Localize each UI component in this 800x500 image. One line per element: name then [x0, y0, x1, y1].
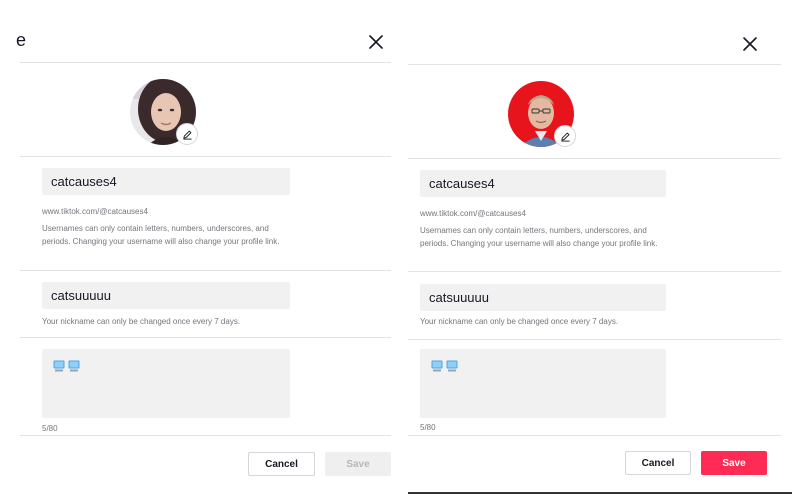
bio-character-counter: 5/80: [420, 423, 436, 432]
computer-icon: [446, 360, 458, 372]
cancel-button[interactable]: Cancel: [625, 451, 691, 475]
nickname-input[interactable]: catsuuuuu: [42, 282, 290, 309]
dialog-title: e: [16, 30, 27, 50]
avatar-container: [508, 81, 576, 147]
cancel-button[interactable]: Cancel: [248, 452, 315, 476]
nickname-input[interactable]: catsuuuuu: [420, 284, 666, 311]
username-hint: Usernames can only contain letters, numb…: [420, 226, 658, 248]
nickname-hint: Your nickname can only be changed once e…: [420, 317, 619, 326]
close-button[interactable]: [740, 34, 760, 54]
username-input[interactable]: catcauses4: [42, 168, 290, 195]
edit-avatar-button[interactable]: [176, 123, 198, 145]
avatar-container: [130, 79, 198, 145]
close-icon: [369, 35, 383, 49]
close-button[interactable]: [366, 32, 386, 52]
edit-avatar-button[interactable]: [554, 125, 576, 147]
save-button[interactable]: Save: [701, 451, 767, 475]
header-divider: [20, 62, 391, 63]
username-divider: [408, 271, 781, 272]
header-divider: [408, 64, 781, 65]
footer-divider: [408, 435, 781, 436]
avatar-divider: [408, 158, 781, 159]
pencil-icon: [560, 132, 570, 142]
username-divider: [20, 270, 391, 271]
profile-link-text: www.tiktok.com/@catcauses4: [420, 209, 526, 218]
avatar-divider: [20, 156, 391, 157]
edit-profile-dialog-right: catcauses4 www.tiktok.com/@catcauses4 Us…: [408, 0, 792, 494]
edit-profile-dialog-left: e catcauses4 www.tiktok.com/@catcauses4 …: [0, 0, 396, 500]
computer-icon: [53, 360, 65, 372]
comparison-screenshot: e catcauses4 www.tiktok.com/@catcauses4 …: [0, 0, 800, 500]
profile-link-text: www.tiktok.com/@catcauses4: [42, 207, 148, 216]
nickname-divider: [20, 337, 391, 338]
bio-character-counter: 5/80: [42, 424, 58, 433]
computer-icon: [68, 360, 80, 372]
pencil-icon: [182, 130, 192, 140]
save-button[interactable]: Save: [325, 452, 391, 476]
username-hint: Usernames can only contain letters, numb…: [42, 224, 280, 246]
nickname-divider: [408, 339, 781, 340]
username-input[interactable]: catcauses4: [420, 170, 666, 197]
bio-content: [53, 360, 80, 372]
bio-textarea[interactable]: [42, 349, 290, 418]
computer-icon: [431, 360, 443, 372]
bio-content: [431, 360, 458, 372]
close-icon: [743, 37, 757, 51]
footer-divider: [20, 435, 391, 436]
bio-textarea[interactable]: [420, 349, 666, 418]
nickname-hint: Your nickname can only be changed once e…: [42, 317, 241, 326]
